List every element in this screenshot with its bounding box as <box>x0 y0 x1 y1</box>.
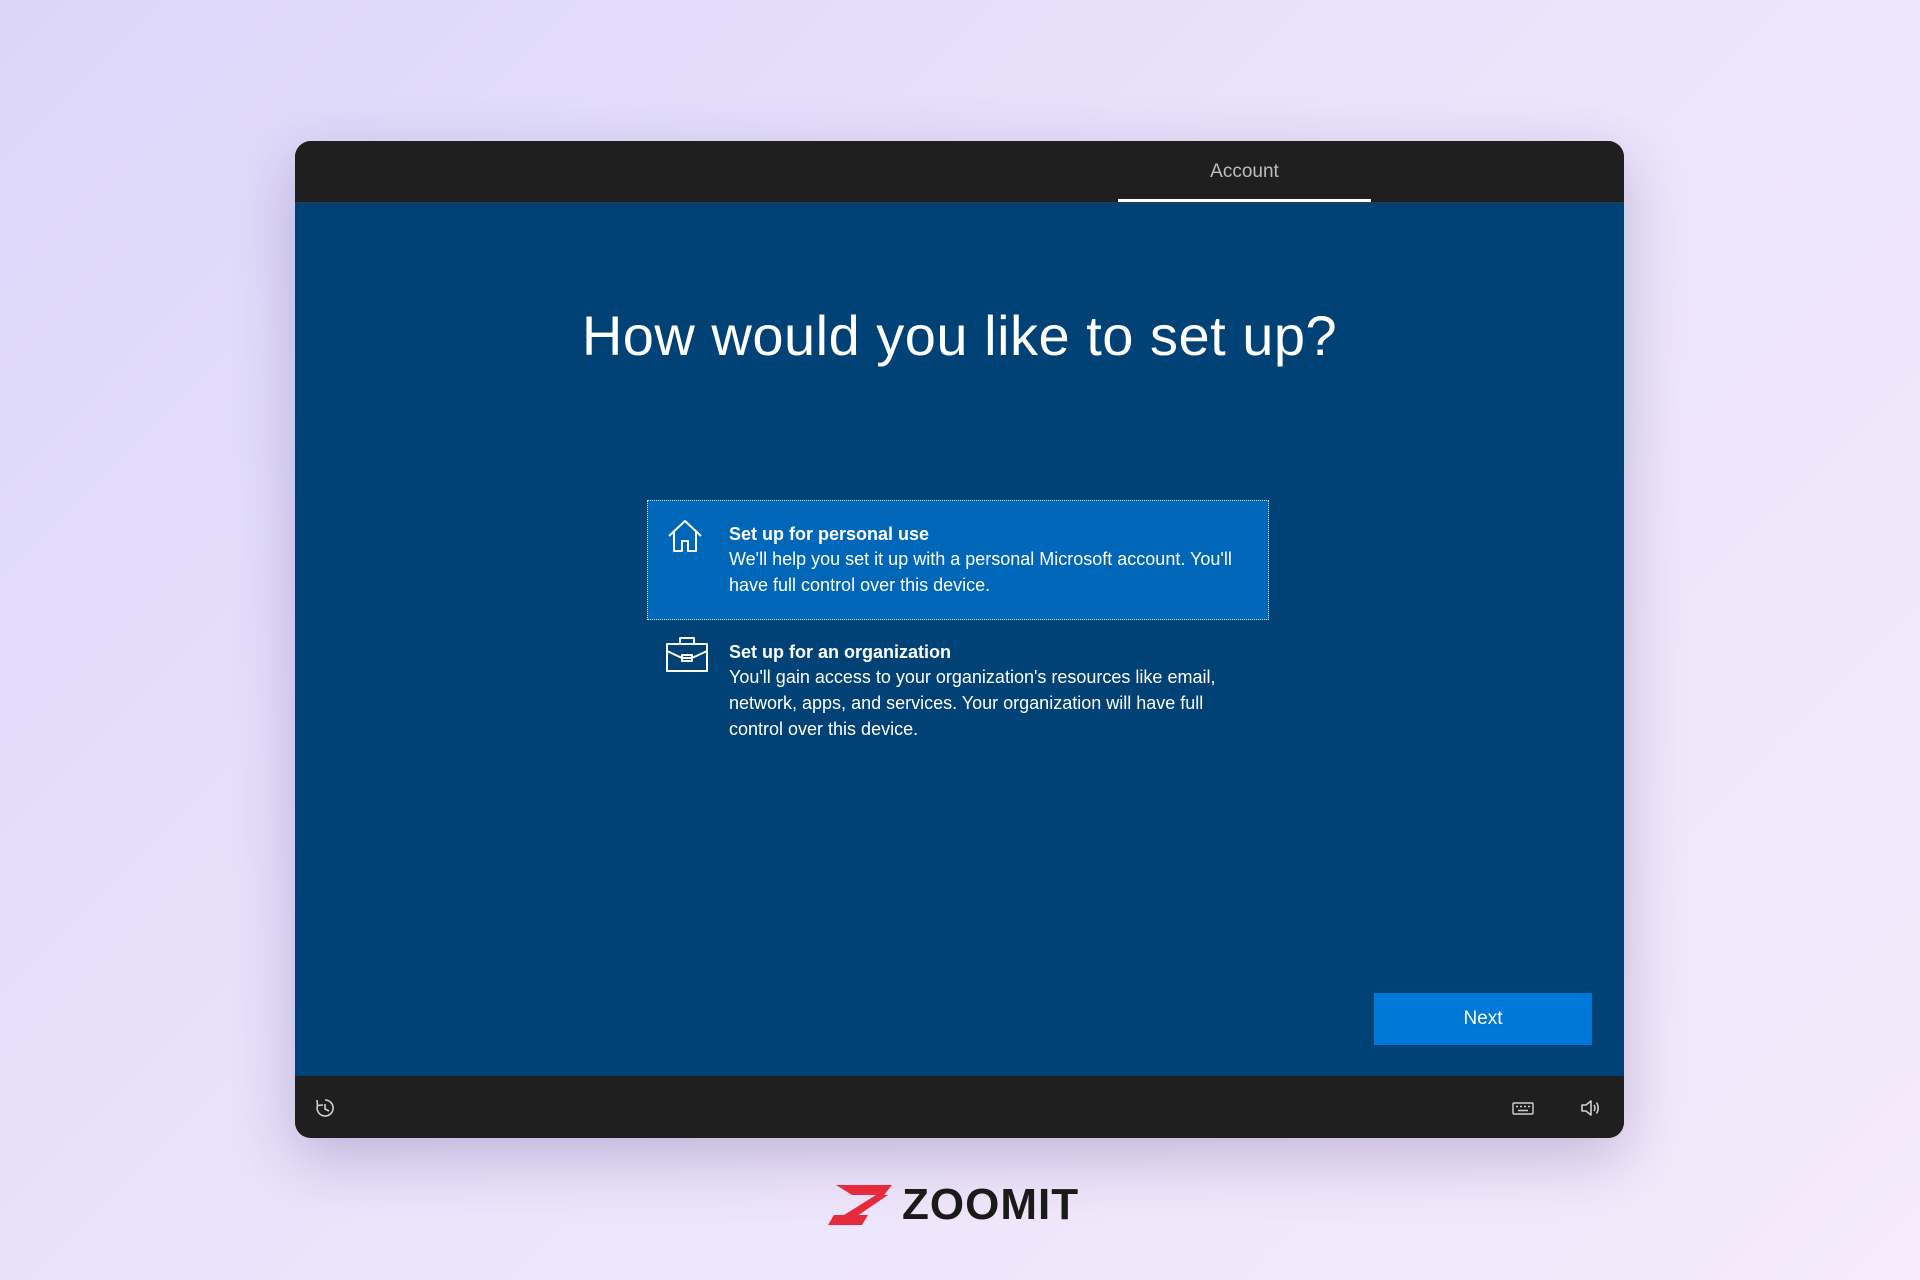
option-description: You'll gain access to your organization'… <box>729 667 1216 739</box>
zoomit-logo: ZOOMIT <box>826 1180 1096 1230</box>
keyboard-icon[interactable] <box>1512 1097 1534 1119</box>
option-personal-use[interactable]: Set up for personal use We'll help you s… <box>647 500 1269 620</box>
option-description: We'll help you set it up with a personal… <box>729 549 1232 595</box>
briefcase-icon <box>665 634 708 674</box>
tab-account: Account <box>1210 161 1279 182</box>
option-title: Set up for an organization <box>729 642 952 662</box>
zoomit-logo-mark <box>828 1185 892 1225</box>
logo-text: ZOOMIT <box>902 1180 1080 1229</box>
option-personal-text: Set up for personal use We'll help you s… <box>729 522 1257 598</box>
home-icon <box>665 516 705 556</box>
ease-of-access-icon[interactable] <box>314 1097 336 1119</box>
option-organization[interactable]: Set up for an organization You'll gain a… <box>647 618 1269 768</box>
main-panel: How would you like to set up? Set up for… <box>295 203 1624 1076</box>
page-title: How would you like to set up? <box>581 304 1338 367</box>
option-organization-text: Set up for an organization You'll gain a… <box>729 640 1257 742</box>
bottom-bar <box>295 1076 1624 1138</box>
tab-active-indicator <box>1118 199 1371 202</box>
volume-icon[interactable] <box>1579 1097 1601 1119</box>
option-title: Set up for personal use <box>729 524 930 544</box>
top-bar: Account <box>295 141 1624 203</box>
next-button[interactable]: Next <box>1374 993 1592 1045</box>
setup-window: Account How would you like to set up? Se… <box>295 141 1624 1138</box>
